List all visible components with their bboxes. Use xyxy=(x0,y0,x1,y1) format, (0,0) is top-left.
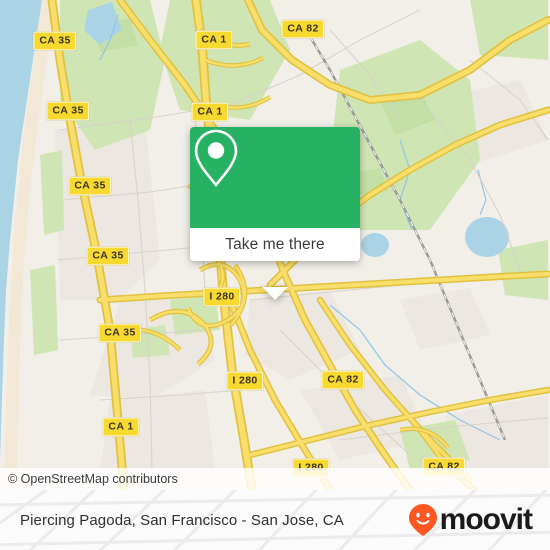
location-title: Piercing Pagoda, San Francisco - San Jos… xyxy=(20,511,344,529)
moovit-pin-smiley-icon xyxy=(408,504,437,536)
highway-shield: CA 35 xyxy=(98,323,142,343)
highway-shield: CA 1 xyxy=(102,417,140,437)
map-attribution-bar: © OpenStreetMap contributors xyxy=(0,468,550,490)
moovit-logo[interactable]: moovit xyxy=(408,503,533,537)
highway-shield: CA 82 xyxy=(281,19,325,39)
highway-shield: CA 35 xyxy=(68,176,112,196)
highway-shield: CA 82 xyxy=(321,370,365,390)
highway-shield: CA 35 xyxy=(46,101,90,121)
highway-shield: CA 35 xyxy=(86,246,130,266)
attribution-text[interactable]: © OpenStreetMap contributors xyxy=(8,472,178,486)
popup-header xyxy=(190,127,360,228)
map-pin-icon xyxy=(194,129,238,188)
map-canvas[interactable]: CA 35 CA 1 CA 82 CA 35 CA 1 CA 35 CA 35 I 280 CA… xyxy=(0,0,550,490)
location-popup-card[interactable]: Take me there xyxy=(190,127,360,300)
highway-shield: CA 35 xyxy=(33,31,77,51)
highway-shield: CA 1 xyxy=(195,30,233,50)
page-footer: Piercing Pagoda, San Francisco - San Jos… xyxy=(0,490,550,550)
popup-footer: Take me there xyxy=(190,228,360,261)
highway-shield: CA 1 xyxy=(191,102,229,122)
highway-shield: I 280 xyxy=(203,287,241,307)
popup-pointer-tail xyxy=(262,287,288,300)
highway-shield: I 280 xyxy=(226,371,264,391)
moovit-wordmark: moovit xyxy=(439,503,533,536)
take-me-there-label[interactable]: Take me there xyxy=(225,236,325,254)
moovit-map-page: CA 35 CA 1 CA 82 CA 35 CA 1 CA 35 CA 35 I 280 CA… xyxy=(0,0,550,550)
